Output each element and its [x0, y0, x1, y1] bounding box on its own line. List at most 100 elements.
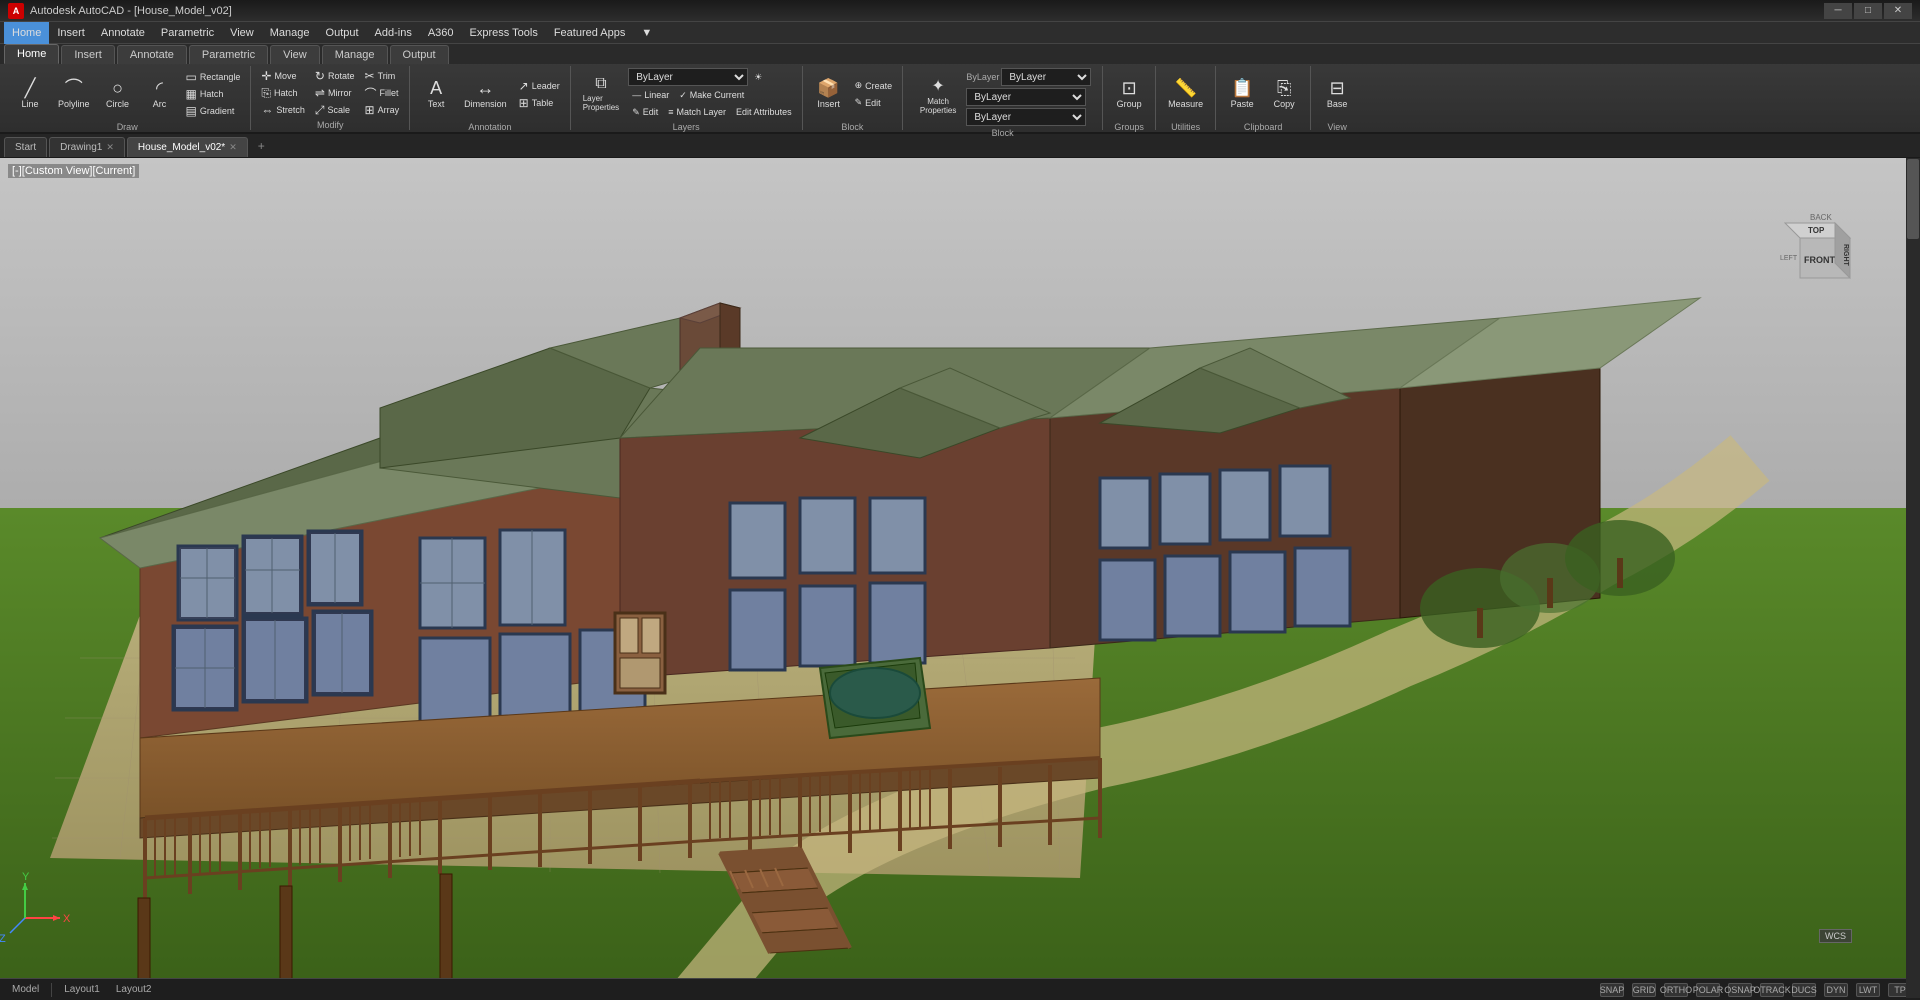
- layout1-tab[interactable]: Layout1: [60, 984, 104, 995]
- utilities-items: 📏 Measure: [1162, 68, 1209, 120]
- line-button[interactable]: ╱ Line: [10, 68, 50, 120]
- tab-house-model[interactable]: House_Model_v02* ✕: [127, 137, 248, 157]
- make-current-button[interactable]: ✓ Make Current: [675, 87, 748, 103]
- trim-button[interactable]: ✂ Trim: [361, 68, 404, 84]
- close-house-model[interactable]: ✕: [229, 142, 237, 153]
- insert-button[interactable]: 📦 Insert: [809, 68, 849, 120]
- hatch-button[interactable]: ▦ Hatch: [182, 86, 245, 102]
- layer-properties-button[interactable]: ⧉ LayerProperties: [577, 76, 625, 112]
- move-button[interactable]: ✛ Move: [257, 68, 309, 84]
- ortho-toggle[interactable]: ORTHO: [1664, 983, 1688, 997]
- stretch-button[interactable]: ⇔ Stretch: [257, 102, 309, 118]
- mirror-button[interactable]: ⇌ Mirror: [311, 85, 359, 101]
- viewcube-svg[interactable]: FRONT TOP RIGHT BACK LEFT: [1780, 208, 1870, 298]
- linetype-dropdown[interactable]: ByLayer: [966, 88, 1086, 106]
- close-button[interactable]: ✕: [1884, 3, 1912, 19]
- lwt-toggle[interactable]: LWT: [1856, 983, 1880, 997]
- block-items: 📦 Insert ⊕ Create ✎ Edit: [809, 68, 897, 120]
- menu-featured[interactable]: Featured Apps: [546, 22, 634, 44]
- menu-view[interactable]: View: [222, 22, 262, 44]
- model-tab[interactable]: Model: [8, 984, 43, 995]
- tab-annotate[interactable]: Annotate: [117, 45, 187, 64]
- match-layer-button[interactable]: ≡ Match Layer: [664, 104, 730, 120]
- fillet-button[interactable]: ⌒ Fillet: [361, 85, 404, 101]
- measure-button[interactable]: 📏 Measure: [1162, 68, 1209, 120]
- array-icon: ⊞: [365, 103, 375, 117]
- tab-insert[interactable]: Insert: [61, 45, 115, 64]
- menu-parametric[interactable]: Parametric: [153, 22, 222, 44]
- rectangle-button[interactable]: ▭ Rectangle: [182, 69, 245, 85]
- gradient-button[interactable]: ▤ Gradient: [182, 103, 245, 119]
- ducs-toggle[interactable]: DUCS: [1792, 983, 1816, 997]
- create-button[interactable]: ⊕ Create: [851, 78, 897, 94]
- right-scroll-thumb[interactable]: [1907, 159, 1919, 239]
- menu-manage[interactable]: Manage: [262, 22, 318, 44]
- text-button[interactable]: A Text: [416, 68, 456, 120]
- layer-dropdown[interactable]: ByLayer: [628, 68, 748, 86]
- group-button[interactable]: ⊡ Group: [1109, 68, 1149, 120]
- menu-annotate[interactable]: Annotate: [93, 22, 153, 44]
- leader-button[interactable]: ↗ Leader: [515, 78, 564, 94]
- svg-text:BACK: BACK: [1810, 213, 1832, 222]
- menu-insert[interactable]: Insert: [49, 22, 93, 44]
- arc-button[interactable]: ◜ Arc: [140, 68, 180, 120]
- maximize-button[interactable]: □: [1854, 3, 1882, 19]
- viewcube[interactable]: FRONT TOP RIGHT BACK LEFT: [1780, 208, 1870, 298]
- copy-button[interactable]: ⎘ Hatch: [257, 85, 309, 101]
- table-button[interactable]: ⊞ Table: [515, 95, 564, 111]
- tab-start[interactable]: Start: [4, 137, 47, 157]
- lineweight-dropdown[interactable]: ByLayer: [966, 108, 1086, 126]
- close-drawing1[interactable]: ✕: [106, 142, 114, 153]
- block-edit-button[interactable]: ✎ Edit: [851, 95, 897, 111]
- match-properties-button[interactable]: ✦ MatchProperties: [914, 71, 962, 123]
- menu-express[interactable]: Express Tools: [462, 22, 546, 44]
- make-current-icon: ✓: [679, 90, 687, 101]
- new-tab-button[interactable]: +: [250, 135, 273, 157]
- menu-a360[interactable]: A360: [420, 22, 462, 44]
- tab-parametric[interactable]: Parametric: [189, 45, 268, 64]
- viewport-label: [-][Custom View][Current]: [8, 164, 139, 178]
- circle-button[interactable]: ○ Circle: [98, 68, 138, 120]
- modify-col3: ✂ Trim ⌒ Fillet ⊞ Array: [361, 68, 404, 118]
- svg-text:RIGHT: RIGHT: [1842, 244, 1849, 267]
- edit-button[interactable]: ✎ Edit: [628, 104, 662, 120]
- polyline-button[interactable]: ⌒ Polyline: [52, 68, 96, 120]
- menu-output[interactable]: Output: [318, 22, 367, 44]
- array-button[interactable]: ⊞ Array: [361, 102, 404, 118]
- measure-icon: 📏: [1174, 79, 1196, 97]
- linear-button[interactable]: — Linear: [628, 87, 673, 103]
- layout2-tab[interactable]: Layout2: [112, 984, 156, 995]
- snap-toggle[interactable]: SNAP: [1600, 983, 1624, 997]
- menu-home[interactable]: Home: [4, 22, 49, 44]
- wcs-label[interactable]: WCS: [1819, 929, 1852, 943]
- block-edit-icon: ✎: [855, 97, 863, 108]
- dimension-button[interactable]: ↔ Dimension: [458, 68, 513, 120]
- tab-drawing1[interactable]: Drawing1 ✕: [49, 137, 125, 157]
- otrack-toggle[interactable]: OTRACK: [1760, 983, 1784, 997]
- clipboard-copy-button[interactable]: ⎘ Copy: [1264, 68, 1304, 120]
- tab-home[interactable]: Home: [4, 44, 59, 64]
- window-controls[interactable]: ─ □ ✕: [1824, 3, 1912, 19]
- viewport: [-][Custom View][Current]: [0, 158, 1920, 998]
- tab-output[interactable]: Output: [390, 45, 449, 64]
- tab-manage[interactable]: Manage: [322, 45, 388, 64]
- polar-toggle[interactable]: POLAR: [1696, 983, 1720, 997]
- menu-more[interactable]: ▼: [633, 22, 660, 44]
- grid-toggle[interactable]: GRID: [1632, 983, 1656, 997]
- right-scrollbar[interactable]: [1906, 158, 1920, 998]
- menu-addins[interactable]: Add-ins: [367, 22, 420, 44]
- minimize-button[interactable]: ─: [1824, 3, 1852, 19]
- paste-button[interactable]: 📋 Paste: [1222, 68, 1262, 120]
- layer-freeze-button[interactable]: ☀: [750, 69, 766, 85]
- app-title: Autodesk AutoCAD - [House_Model_v02]: [30, 5, 1824, 17]
- scale-button[interactable]: ⤢ Scale: [311, 102, 359, 118]
- rotate-button[interactable]: ↻ Rotate: [311, 68, 359, 84]
- osnap-toggle[interactable]: OSNAP: [1728, 983, 1752, 997]
- tab-view[interactable]: View: [270, 45, 320, 64]
- color-dropdown[interactable]: ByLayer: [1001, 68, 1091, 86]
- base-button[interactable]: ⊟ Base: [1317, 68, 1357, 120]
- dimension-icon: ↔: [476, 79, 494, 97]
- match-properties-icon: ✦: [931, 79, 944, 95]
- dyn-toggle[interactable]: DYN: [1824, 983, 1848, 997]
- edit-attributes-button[interactable]: Edit Attributes: [732, 104, 796, 120]
